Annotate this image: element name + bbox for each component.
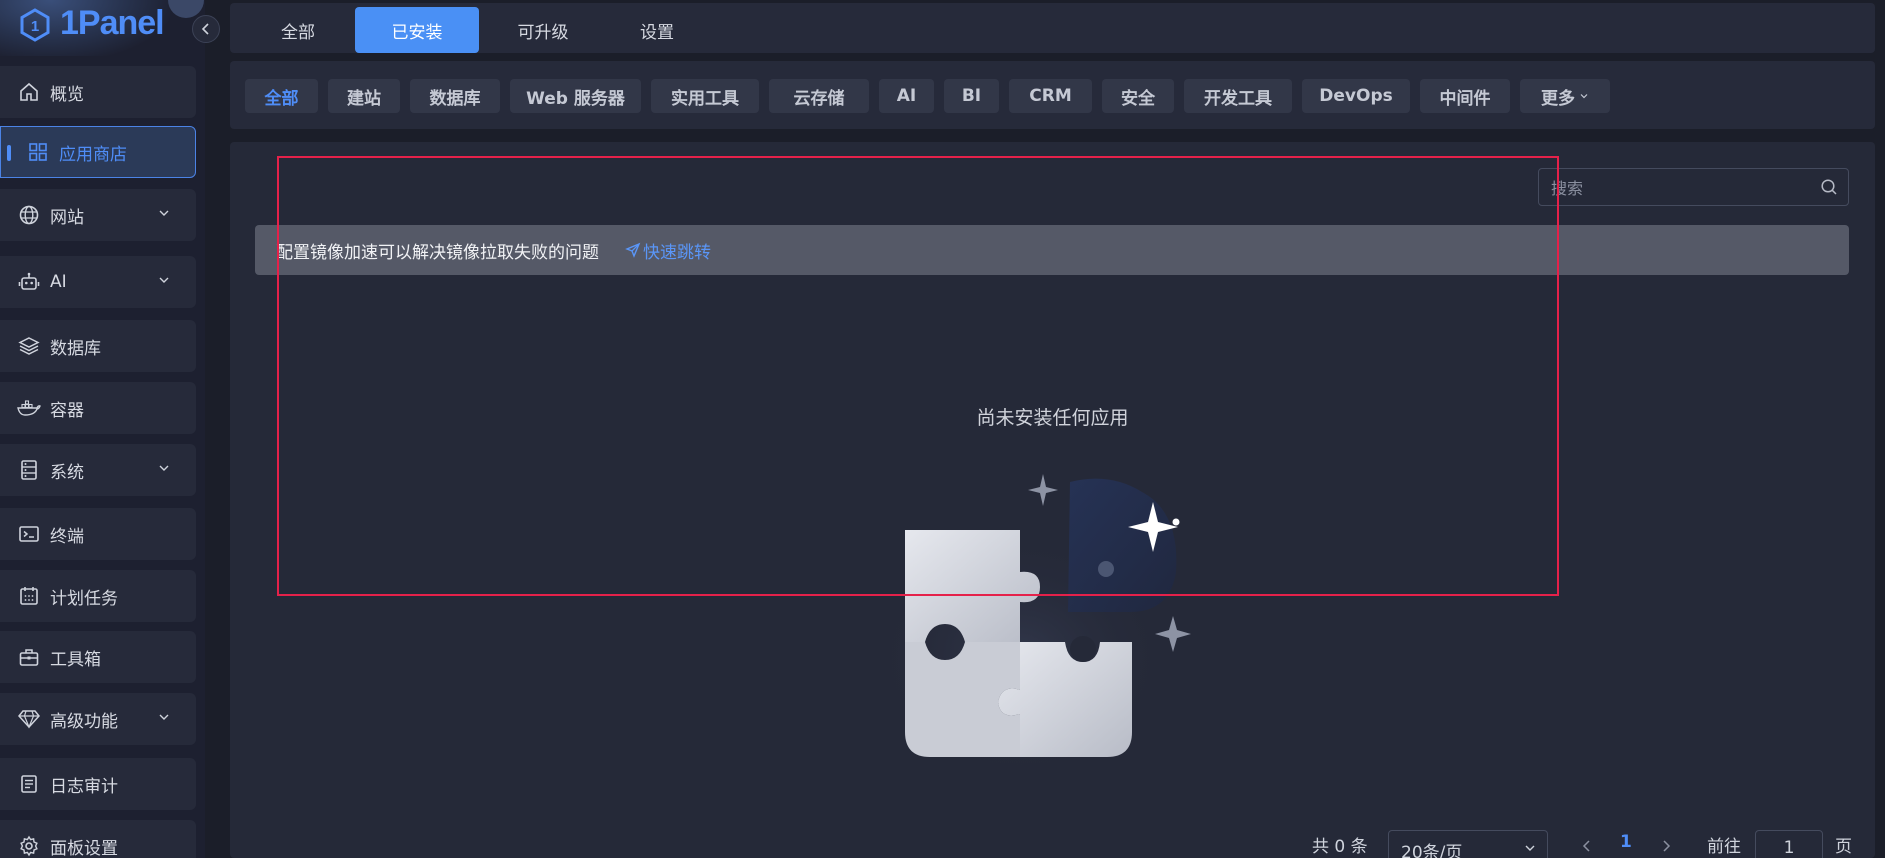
notice-text: 配置镜像加速可以解决镜像拉取失败的问题 <box>276 242 599 263</box>
sidebar-item-label: 容器 <box>50 400 84 421</box>
robot-icon <box>17 270 41 294</box>
sidebar-item-container[interactable]: 容器 <box>0 382 196 434</box>
page-suffix: 页 <box>1835 837 1852 857</box>
chevron-down-icon <box>159 714 169 720</box>
docker-icon <box>17 396 41 420</box>
sidebar-item-label: 应用商店 <box>59 144 127 165</box>
category-cloud-storage[interactable]: 云存储 <box>769 79 869 113</box>
calendar-icon <box>17 584 41 608</box>
sidebar-item-label: 数据库 <box>50 338 101 359</box>
terminal-icon <box>17 522 41 546</box>
category-all[interactable]: 全部 <box>245 79 318 113</box>
sidebar-item-ai[interactable]: AI <box>0 256 196 308</box>
gear-icon <box>17 834 41 858</box>
app-store-tabs: 全部 已安装 可升级 设置 <box>230 3 1875 53</box>
pagination-total: 共 0 条 <box>1312 837 1368 857</box>
category-more[interactable]: 更多 <box>1520 79 1610 113</box>
chevron-down-icon <box>1580 94 1588 99</box>
page-size-value: 20条/页 <box>1401 843 1463 858</box>
tab-installed[interactable]: 已安装 <box>355 7 479 53</box>
chevron-down-icon <box>159 210 169 216</box>
sidebar-item-label: 工具箱 <box>50 649 101 670</box>
category-crm[interactable]: CRM <box>1009 79 1092 113</box>
sidebar-item-website[interactable]: 网站 <box>0 189 196 241</box>
next-page-button[interactable] <box>1660 839 1672 853</box>
category-filter-bar: 全部 建站 数据库 Web 服务器 实用工具 云存储 AI BI CRM 安全 … <box>230 61 1875 129</box>
sidebar-item-database[interactable]: 数据库 <box>0 320 196 372</box>
logo-decoration <box>168 0 204 18</box>
apps-grid-icon <box>26 140 50 164</box>
sidebar-item-cron[interactable]: 计划任务 <box>0 570 196 622</box>
sidebar-item-panel-settings[interactable]: 面板设置 <box>0 820 196 858</box>
svg-text:1: 1 <box>31 18 39 35</box>
active-indicator <box>7 145 11 161</box>
page-size-select[interactable]: 20条/页 <box>1388 830 1548 858</box>
sidebar-item-app-store[interactable]: 应用商店 <box>0 126 196 178</box>
category-ai[interactable]: AI <box>879 79 934 113</box>
sidebar-item-label: 高级功能 <box>50 711 118 732</box>
sidebar-item-label: 网站 <box>50 207 84 228</box>
current-page[interactable]: 1 <box>1620 832 1632 852</box>
empty-state-text: 尚未安装任何应用 <box>976 407 1129 429</box>
prev-page-button[interactable] <box>1581 839 1593 853</box>
chevron-left-icon <box>201 23 209 35</box>
tab-all[interactable]: 全部 <box>250 7 346 53</box>
layers-icon <box>17 334 41 358</box>
search-icon[interactable] <box>1820 178 1838 196</box>
mirror-acceleration-notice: 配置镜像加速可以解决镜像拉取失败的问题 快速跳转 <box>255 225 1849 275</box>
goto-page-input[interactable]: 1 <box>1755 830 1823 858</box>
sidebar-item-system[interactable]: 系统 <box>0 444 196 496</box>
category-security[interactable]: 安全 <box>1102 79 1174 113</box>
sidebar-item-log-audit[interactable]: 日志审计 <box>0 758 196 810</box>
sidebar-item-label: 面板设置 <box>50 838 118 858</box>
search-input[interactable]: 搜索 <box>1538 168 1849 206</box>
sidebar-item-label: 计划任务 <box>50 588 118 609</box>
chevron-down-icon <box>159 465 169 471</box>
sidebar-item-overview[interactable]: 概览 <box>0 66 196 118</box>
category-devops[interactable]: DevOps <box>1302 79 1410 113</box>
send-icon <box>625 242 641 258</box>
sidebar-item-label: 概览 <box>50 84 84 105</box>
chevron-down-icon <box>159 277 169 283</box>
search-placeholder: 搜索 <box>1551 179 1584 198</box>
server-icon <box>17 458 41 482</box>
puzzle-illustration <box>880 474 1191 782</box>
chevron-down-icon <box>1525 845 1535 851</box>
category-dev-tools[interactable]: 开发工具 <box>1184 79 1292 113</box>
category-middleware[interactable]: 中间件 <box>1420 79 1510 113</box>
goto-label: 前往 <box>1707 837 1741 857</box>
category-web-server[interactable]: Web 服务器 <box>510 79 641 113</box>
sidebar-item-label: 终端 <box>50 526 84 547</box>
globe-icon <box>17 203 41 227</box>
sidebar-item-label: 系统 <box>50 462 84 483</box>
brand-name: 1Panel <box>60 4 165 42</box>
tab-upgradable[interactable]: 可升级 <box>488 7 598 53</box>
sidebar: 1 1Panel 概览 应用商店 网站 AI 数据库 容器 系统 终端 计划任务… <box>0 0 220 858</box>
category-website[interactable]: 建站 <box>328 79 400 113</box>
category-utilities[interactable]: 实用工具 <box>651 79 759 113</box>
logo[interactable]: 1 1Panel <box>0 0 205 56</box>
quick-jump-link[interactable]: 快速跳转 <box>625 238 711 263</box>
category-more-label: 更多 <box>1541 88 1575 109</box>
sidebar-item-label: 日志审计 <box>50 776 118 797</box>
category-database[interactable]: 数据库 <box>410 79 500 113</box>
sidebar-item-terminal[interactable]: 终端 <box>0 508 196 560</box>
toolbox-icon <box>17 645 41 669</box>
tab-settings[interactable]: 设置 <box>607 7 707 53</box>
home-icon <box>17 80 41 104</box>
quick-jump-label: 快速跳转 <box>643 242 711 263</box>
logo-hexagon-icon: 1 <box>20 8 50 42</box>
diamond-icon <box>17 707 41 731</box>
log-icon <box>17 772 41 796</box>
collapse-sidebar-button[interactable] <box>192 15 220 43</box>
sidebar-item-toolbox[interactable]: 工具箱 <box>0 631 196 683</box>
category-bi[interactable]: BI <box>944 79 999 113</box>
sidebar-item-advanced[interactable]: 高级功能 <box>0 693 196 745</box>
sidebar-item-label: AI <box>50 272 67 292</box>
